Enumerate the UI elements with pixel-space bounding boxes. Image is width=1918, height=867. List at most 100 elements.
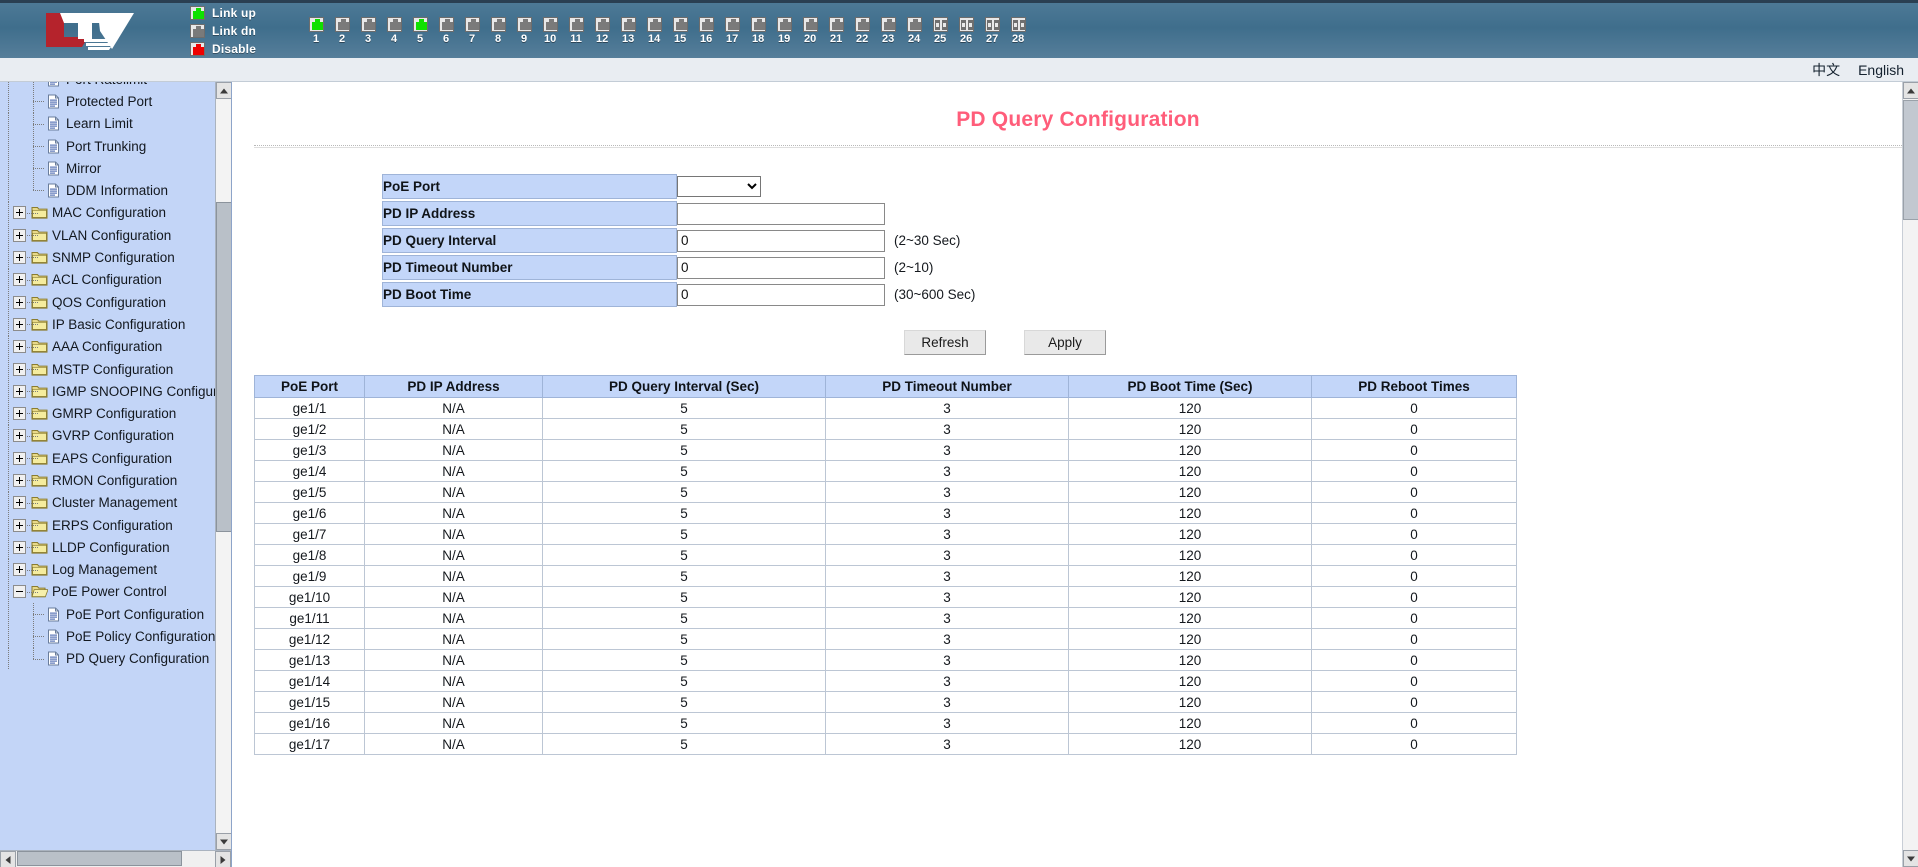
main-scroll-thumb[interactable] xyxy=(1903,100,1918,220)
sidebar-scroll-right-button[interactable] xyxy=(215,851,231,867)
tree-expand-toggle[interactable] xyxy=(13,340,26,354)
tree-expand-toggle[interactable] xyxy=(13,473,26,487)
port-indicator-21[interactable]: 21 xyxy=(828,16,844,45)
sidebar-scroll-left-button[interactable] xyxy=(0,851,16,867)
sidebar-item-rmon-configuration[interactable]: RMON Configuration xyxy=(4,469,215,492)
tree-expand-toggle[interactable] xyxy=(13,496,26,510)
port-status-panel[interactable]: 1 2 3 4 5 6 7 8 9 10 11 12 13 14 15 16 17 18 19 20 21 22 23 24 2… xyxy=(308,16,1026,45)
sidebar-item-mstp-configuration[interactable]: MSTP Configuration xyxy=(4,357,215,381)
tree-collapse-toggle[interactable] xyxy=(13,585,26,599)
port-indicator-11[interactable]: 11 xyxy=(568,16,584,45)
poe-port-select[interactable]: ge1/1ge1/2ge1/3ge1/4ge1/5ge1/6ge1/7ge1/8 xyxy=(677,176,761,197)
sidebar-item-ip-basic-configuration[interactable]: IP Basic Configuration xyxy=(4,313,215,336)
port-indicator-27[interactable]: 27 xyxy=(984,16,1000,45)
tree-expand-toggle[interactable] xyxy=(13,384,26,398)
main-scroll-down-button[interactable] xyxy=(1903,850,1918,867)
port-indicator-9[interactable]: 9 xyxy=(516,16,532,45)
pd-ip-address-input[interactable] xyxy=(677,202,885,225)
navigation-sidebar: Port Ratelimit Protected Port Learn Limit P… xyxy=(0,82,232,867)
table-cell: ge1/16 xyxy=(254,712,365,734)
port-indicator-15[interactable]: 15 xyxy=(672,16,688,45)
tree-expand-toggle[interactable] xyxy=(13,540,26,554)
sidebar-item-eaps-configuration[interactable]: EAPS Configuration xyxy=(4,447,215,470)
tree-expand-toggle[interactable] xyxy=(13,451,26,465)
tree-expand-toggle[interactable] xyxy=(13,273,26,287)
port-indicator-18[interactable]: 18 xyxy=(750,16,766,45)
pd-boot-time-input[interactable] xyxy=(677,283,885,306)
sidebar-item-erps-configuration[interactable]: ERPS Configuration xyxy=(4,513,215,537)
sidebar-item-qos-configuration[interactable]: QOS Configuration xyxy=(4,290,215,314)
sidebar-item-lldp-configuration[interactable]: LLDP Configuration xyxy=(4,536,215,559)
sidebar-scroll-down-button[interactable] xyxy=(216,833,231,850)
sidebar-item-igmp-snooping-configuratio[interactable]: IGMP SNOOPING Configuratio xyxy=(4,380,231,403)
port-indicator-6[interactable]: 6 xyxy=(438,16,454,45)
port-indicator-8[interactable]: 8 xyxy=(490,16,506,45)
sidebar-item-mirror[interactable]: Mirror xyxy=(4,157,215,180)
port-indicator-10[interactable]: 10 xyxy=(542,16,558,45)
sidebar-item-snmp-configuration[interactable]: SNMP Configuration xyxy=(4,246,215,269)
language-link-chinese[interactable]: 中文 xyxy=(1812,60,1840,80)
port-indicator-22[interactable]: 22 xyxy=(854,16,870,45)
port-indicator-4[interactable]: 4 xyxy=(386,16,402,45)
tree-expand-toggle[interactable] xyxy=(13,518,26,532)
sidebar-scroll-thumb[interactable] xyxy=(216,202,231,532)
tree-expand-toggle[interactable] xyxy=(13,407,26,421)
port-indicator-13[interactable]: 13 xyxy=(620,16,636,45)
apply-button[interactable]: Apply xyxy=(1024,330,1106,355)
port-indicator-28[interactable]: 28 xyxy=(1010,16,1026,45)
port-indicator-17[interactable]: 17 xyxy=(724,16,740,45)
tree-expand-toggle[interactable] xyxy=(13,563,26,577)
sidebar-item-poe-power-control[interactable]: PoE Power Control xyxy=(4,580,215,604)
sidebar-item-poe-port-configuration[interactable]: PoE Port Configuration xyxy=(4,603,215,626)
language-link-english[interactable]: English xyxy=(1858,62,1904,78)
sidebar-item-poe-policy-configuration[interactable]: PoE Policy Configuration xyxy=(4,625,215,649)
sidebar-item-gvrp-configuration[interactable]: GVRP Configuration xyxy=(4,424,215,448)
pd-timeout-number-input[interactable] xyxy=(677,256,885,279)
tree-expand-toggle[interactable] xyxy=(13,295,26,309)
sidebar-hscroll-thumb[interactable] xyxy=(17,851,182,866)
sidebar-scroll-up-button[interactable] xyxy=(216,82,231,99)
sidebar-item-learn-limit[interactable]: Learn Limit xyxy=(4,112,215,136)
sidebar-item-mac-configuration[interactable]: MAC Configuration xyxy=(4,201,215,225)
pd-query-interval-input[interactable] xyxy=(677,229,885,252)
port-indicator-7[interactable]: 7 xyxy=(464,16,480,45)
port-number-label: 9 xyxy=(521,32,528,45)
sidebar-item-aaa-configuration[interactable]: AAA Configuration xyxy=(4,335,215,359)
port-indicator-25[interactable]: 25 xyxy=(932,16,948,45)
port-indicator-2[interactable]: 2 xyxy=(334,16,350,45)
tree-expand-toggle[interactable] xyxy=(13,206,26,220)
sidebar-vertical-scrollbar[interactable] xyxy=(215,82,231,850)
port-indicator-19[interactable]: 19 xyxy=(776,16,792,45)
sidebar-item-log-management[interactable]: Log Management xyxy=(4,558,215,582)
port-indicator-14[interactable]: 14 xyxy=(646,16,662,45)
port-indicator-5[interactable]: 5 xyxy=(412,16,428,45)
sidebar-item-protected-port[interactable]: Protected Port xyxy=(4,90,215,113)
port-indicator-1[interactable]: 1 xyxy=(308,16,324,45)
port-indicator-12[interactable]: 12 xyxy=(594,16,610,45)
tree-expand-toggle[interactable] xyxy=(13,362,26,376)
port-indicator-20[interactable]: 20 xyxy=(802,16,818,45)
tree-expand-toggle[interactable] xyxy=(13,429,26,443)
port-indicator-26[interactable]: 26 xyxy=(958,16,974,45)
sidebar-item-acl-configuration[interactable]: ACL Configuration xyxy=(4,268,215,292)
sidebar-item-port-ratelimit[interactable]: Port Ratelimit xyxy=(4,82,215,91)
sidebar-item-port-trunking[interactable]: Port Trunking xyxy=(4,134,215,158)
sidebar-item-ddm-information[interactable]: DDM Information xyxy=(4,179,215,203)
main-scroll-up-button[interactable] xyxy=(1903,82,1918,99)
sidebar-item-gmrp-configuration[interactable]: GMRP Configuration xyxy=(4,402,215,426)
port-indicator-23[interactable]: 23 xyxy=(880,16,896,45)
table-cell: 120 xyxy=(1068,460,1312,482)
port-indicator-16[interactable]: 16 xyxy=(698,16,714,45)
port-indicator-24[interactable]: 24 xyxy=(906,16,922,45)
tree-expand-toggle[interactable] xyxy=(13,251,26,265)
navigation-tree[interactable]: Port Ratelimit Protected Port Learn Limit P… xyxy=(0,82,231,671)
sidebar-item-cluster-management[interactable]: Cluster Management xyxy=(4,491,215,515)
port-indicator-3[interactable]: 3 xyxy=(360,16,376,45)
sidebar-horizontal-scrollbar[interactable] xyxy=(0,850,231,867)
main-vertical-scrollbar[interactable] xyxy=(1902,82,1918,867)
tree-expand-toggle[interactable] xyxy=(13,317,26,331)
tree-expand-toggle[interactable] xyxy=(13,228,26,242)
refresh-button[interactable]: Refresh xyxy=(904,330,986,355)
sidebar-item-vlan-configuration[interactable]: VLAN Configuration xyxy=(4,224,215,247)
sidebar-item-pd-query-configuration[interactable]: PD Query Configuration xyxy=(4,647,215,671)
